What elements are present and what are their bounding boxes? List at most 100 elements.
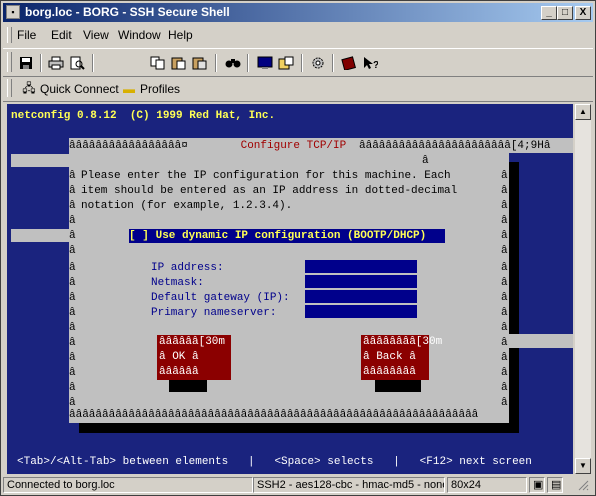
ip-address-label: IP address: [151,262,224,274]
dialog-border-left: â [69,185,76,197]
dialog-border-right: â [501,352,508,364]
dialog-border-right: â [501,245,508,257]
dialog-border-left: â [69,292,76,304]
dialog-border-left: â [69,382,76,394]
toolbar: ? [3,48,593,77]
intro-line-1: Please enter the IP configuration for th… [81,170,451,182]
dialog-border-left: â [69,367,76,379]
back-button[interactable]: ââââââââ[30m â Back â ââââââââ [361,335,442,380]
scroll-down-arrow-icon[interactable]: ▼ [575,458,591,474]
dialog-border-top-right: â [422,155,429,167]
dialog-title: Configure TCP/IP [234,140,353,152]
cipher-status: SSH2 - aes128-cbc - hmac-md5 - none [253,477,445,493]
paste-special-icon[interactable] [190,53,210,73]
network-activity-icon: ▤ [547,477,563,493]
dialog-border-left: â [69,352,76,364]
back-button-label: â Back â [363,351,416,363]
status-bar: Connected to borg.loc SSH2 - aes128-cbc … [3,477,593,494]
dialog-border-right: â [501,215,508,227]
back-button-bottom: ââââââââ [363,366,416,378]
menu-help[interactable]: Help [168,28,193,42]
dialog-border-left: â [69,337,76,349]
netconfig-header: netconfig 0.8.12 (C) 1999 Red Hat, Inc. [11,110,276,122]
svg-text:?: ? [373,60,378,70]
background-bar-left [11,154,69,167]
terminal-size: 80x24 [447,477,527,493]
title-bar[interactable]: ▪ borg.loc - BORG - SSH Secure Shell _ □… [3,3,593,22]
primary-nameserver-input[interactable] [305,305,417,318]
dialog-border-left: â [69,200,76,212]
profiles-bar: 🖧 Quick Connect ▬ Profiles [3,77,593,102]
folder-icon: ▬ [123,82,135,96]
dialog-border-right: â [501,307,508,319]
profiles-button[interactable]: ▬ Profiles [121,80,180,98]
menu-bar: File Edit View Window Help [3,25,593,45]
dialog-border-right: â [501,292,508,304]
close-button[interactable]: X [575,6,591,20]
window-title: borg.loc - BORG - SSH Secure Shell [25,5,230,19]
terminal-app-icon[interactable]: ▪ [6,5,20,19]
print-preview-icon[interactable] [67,53,87,73]
quick-connect-label: Quick Connect [40,82,119,96]
dialog-title-border-right: âââââââââââââââââââââââ[4;9Hâ [359,140,551,152]
maximize-button[interactable]: □ [557,6,573,20]
dialog-border-left: â [69,215,76,227]
dialog-border-left: â [69,170,76,182]
dialog-border-right: â [501,230,508,242]
quick-connect-icon: 🖧 [22,80,36,95]
dialog-border-left: â [69,262,76,274]
keyboard-help-line: <Tab>/<Alt-Tab> between elements | <Spac… [17,456,532,468]
new-terminal-icon[interactable] [255,53,275,73]
background-bar-right [509,334,573,348]
toolbar-grip[interactable] [7,52,12,72]
minimize-button[interactable]: _ [541,6,557,20]
dhcp-checkbox[interactable]: [ ] Use dynamic IP configuration (BOOTP/… [129,229,445,243]
new-file-transfer-icon[interactable] [276,53,296,73]
netmask-input[interactable] [305,275,417,288]
default-gateway-input[interactable] [305,290,417,303]
save-icon[interactable] [16,53,36,73]
dialog-border-left: â [69,322,76,334]
scroll-up-arrow-icon[interactable]: ▲ [575,104,591,120]
menu-file[interactable]: File [17,28,36,42]
settings-icon[interactable] [308,53,328,73]
dialog-shadow-bottom [79,423,519,433]
dialog-border-right: â [501,185,508,197]
dialog-border-right: â [501,322,508,334]
whats-this-icon[interactable]: ? [360,53,380,73]
help-book-icon[interactable] [339,53,359,73]
quick-connect-button[interactable]: 🖧 Quick Connect [21,80,119,98]
dialog-title-border-left: âââââââââââââââââ¤ [69,140,188,152]
menu-window[interactable]: Window [118,28,161,42]
dialog-border-right: â [501,382,508,394]
ok-button[interactable]: ââââââ[30m â OK â ââââââ [157,335,231,380]
dialog-border-left: â [69,245,76,257]
dialog-border-right: â [501,200,508,212]
paste-icon[interactable] [169,53,189,73]
vertical-scrollbar[interactable]: ▲ ▼ [575,104,591,474]
terminal-screen[interactable]: netconfig 0.8.12 (C) 1999 Red Hat, Inc. … [7,104,573,474]
dhcp-checkbox-mark: [ ] [129,230,149,242]
lock-icon: ▣ [529,477,545,493]
dialog-shadow-right [509,162,519,423]
profiles-label: Profiles [140,82,181,96]
find-icon[interactable] [223,53,243,73]
back-button-top: ââââââââ[30m [363,336,443,348]
dialog-border-right: â [501,262,508,274]
ssh-client-window: ▪ borg.loc - BORG - SSH Secure Shell _ □… [0,0,596,496]
ok-button-top: ââââââ[30m [159,336,226,348]
copy-icon[interactable] [148,53,168,73]
dialog-border-right: â [501,277,508,289]
dialog-border-left: â [69,230,76,242]
menu-bar-grip[interactable] [7,27,12,43]
menu-view[interactable]: View [83,28,109,42]
dialog-border-left: â [69,277,76,289]
ip-address-input[interactable] [305,260,417,273]
print-icon[interactable] [46,53,66,73]
menu-edit[interactable]: Edit [51,28,72,42]
dhcp-checkbox-label: Use dynamic IP configuration (BOOTP/DHCP… [149,230,427,242]
dialog-border-right: â [501,170,508,182]
dialog-border-left: â [69,307,76,319]
resize-grip-icon[interactable] [577,479,589,491]
profiles-bar-grip[interactable] [7,79,12,97]
